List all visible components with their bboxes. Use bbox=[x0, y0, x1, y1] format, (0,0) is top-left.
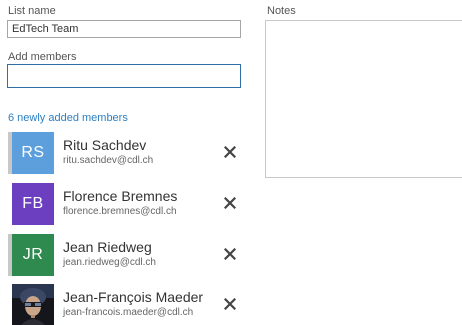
member-email: ritu.sachdev@cdl.ch bbox=[63, 155, 154, 166]
avatar-initials: JR bbox=[22, 246, 44, 263]
member-row: Jean-François Maeder jean-francois.maede… bbox=[8, 284, 244, 325]
remove-member-button[interactable] bbox=[222, 144, 238, 160]
member-row: RS Ritu Sachdev ritu.sachdev@cdl.ch bbox=[8, 132, 244, 174]
avatar-photo bbox=[12, 284, 54, 325]
notes-textarea[interactable] bbox=[265, 20, 462, 178]
member-name: Florence Bremnes bbox=[63, 188, 178, 204]
close-icon bbox=[224, 298, 236, 310]
member-name: Jean-François Maeder bbox=[63, 289, 204, 305]
member-name: Ritu Sachdev bbox=[63, 137, 147, 153]
remove-member-button[interactable] bbox=[222, 195, 238, 211]
new-list-panel: List name Add members Notes 6 newly adde… bbox=[0, 0, 462, 325]
person-photo-icon bbox=[12, 284, 54, 325]
member-row: FB Florence Bremnes florence.bremnes@cdl… bbox=[8, 183, 244, 225]
member-email: jean-francois.maeder@cdl.ch bbox=[63, 307, 194, 318]
member-email: jean.riedweg@cdl.ch bbox=[63, 257, 156, 268]
avatar: RS bbox=[12, 132, 54, 174]
remove-member-button[interactable] bbox=[222, 246, 238, 262]
close-icon bbox=[224, 248, 236, 260]
member-row: JR Jean Riedweg jean.riedweg@cdl.ch bbox=[8, 234, 244, 276]
close-icon bbox=[224, 197, 236, 209]
member-email: florence.bremnes@cdl.ch bbox=[63, 206, 177, 217]
notes-label: Notes bbox=[267, 5, 296, 17]
avatar: JR bbox=[12, 234, 54, 276]
close-icon bbox=[224, 146, 236, 158]
avatar-initials: FB bbox=[22, 195, 44, 212]
remove-member-button[interactable] bbox=[222, 296, 238, 312]
avatar: FB bbox=[12, 183, 54, 225]
avatar-initials: RS bbox=[21, 144, 45, 161]
member-name: Jean Riedweg bbox=[63, 239, 152, 255]
member-list: RS Ritu Sachdev ritu.sachdev@cdl.ch FB F… bbox=[0, 0, 250, 325]
